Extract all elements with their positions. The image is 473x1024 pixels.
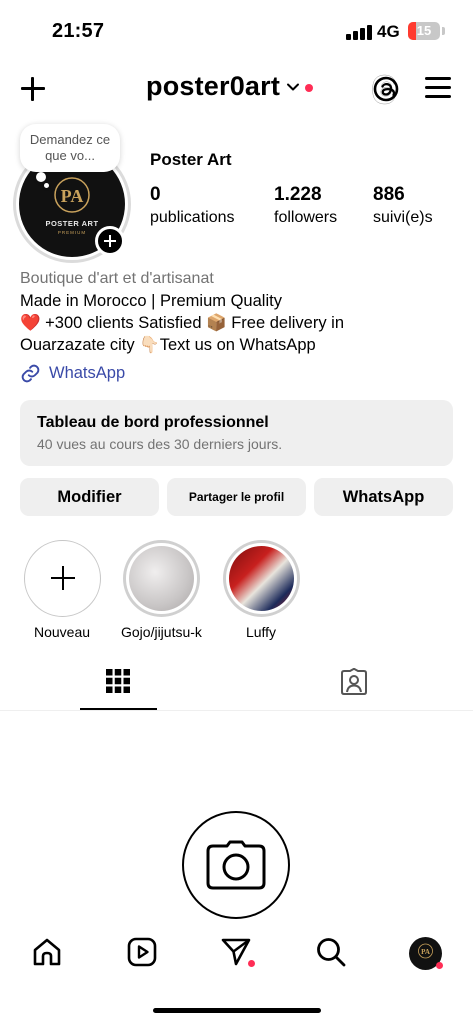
grid-icon <box>106 669 130 693</box>
bio-line: Made in Morocco | Premium Quality <box>20 292 282 310</box>
link-icon <box>21 364 40 383</box>
story-ring <box>122 540 200 617</box>
story-highlight[interactable]: Gojo/jijutsu-k <box>121 540 202 640</box>
hamburger-icon[interactable] <box>425 76 453 100</box>
edit-profile-button[interactable]: Modifier <box>20 478 159 516</box>
story-thumbnail <box>128 546 194 611</box>
reels-icon[interactable] <box>126 936 158 968</box>
story-highlight[interactable]: Luffy <box>221 540 301 640</box>
tab-grid[interactable] <box>80 668 156 708</box>
stat-value: 886 <box>373 184 405 205</box>
tab-tagged[interactable] <box>316 668 392 708</box>
stat-label: suivi(e)s <box>373 209 433 226</box>
threads-icon[interactable] <box>370 73 402 105</box>
display-name: Poster Art <box>150 150 232 169</box>
signal-icon <box>346 24 372 40</box>
home-icon[interactable] <box>31 936 63 968</box>
battery-cap <box>442 27 445 35</box>
svg-text:PA: PA <box>61 186 84 206</box>
home-indicator <box>153 1008 321 1013</box>
chevron-down-icon <box>287 83 300 90</box>
network-type: 4G <box>377 22 400 41</box>
plus-icon[interactable] <box>18 74 48 104</box>
notification-dot <box>436 962 443 969</box>
story-thumbnail <box>228 546 294 611</box>
story-label: Gojo/jijutsu-k <box>121 624 202 640</box>
dashboard-title: Tableau de bord professionnel <box>37 414 269 431</box>
story-ring <box>222 540 300 617</box>
camera-glyph <box>206 840 266 890</box>
stat-following[interactable]: 886 suivi(e)s <box>373 184 433 227</box>
stat-followers[interactable]: 1.228 followers <box>274 184 337 227</box>
brand-logo-icon: PA <box>54 177 90 213</box>
note-tail <box>36 172 46 182</box>
profile-header: poster0art <box>0 60 473 118</box>
profile-category: Boutique d'art et d'artisanat <box>20 270 214 287</box>
search-icon[interactable] <box>315 936 347 968</box>
stat-value: 0 <box>150 184 161 205</box>
story-label: Luffy <box>245 624 277 640</box>
stat-label: followers <box>274 209 338 226</box>
divider <box>0 710 473 711</box>
camera-icon[interactable] <box>182 811 290 919</box>
battery-icon: 15 <box>408 22 440 40</box>
battery-level: 15 <box>416 23 432 38</box>
bio-line: Ouarzazate city 👇🏻Text us on WhatsApp <box>20 336 316 354</box>
add-story-button[interactable] <box>95 226 125 256</box>
link-text: WhatsApp <box>49 364 126 382</box>
whatsapp-button[interactable]: WhatsApp <box>314 478 453 516</box>
profile-link[interactable]: WhatsApp <box>20 363 125 384</box>
note-bubble[interactable]: Demandez ce que vo... <box>20 124 120 172</box>
story-label: Nouveau <box>33 624 91 640</box>
status-bar: 21:57 4G 15 <box>0 0 473 60</box>
stat-label: publications <box>150 209 235 226</box>
plus-icon <box>23 540 101 617</box>
bottom-nav: PA <box>0 922 473 1024</box>
bio-line: ❤️ +300 clients Satisfied 📦 Free deliver… <box>20 314 345 332</box>
note-tail-small <box>44 183 49 188</box>
notification-dot <box>248 960 255 967</box>
stat-publications: 0 publications <box>150 184 235 227</box>
story-new[interactable]: Nouveau <box>22 540 102 640</box>
account-switcher[interactable]: poster0art <box>146 71 314 102</box>
share-profile-button[interactable]: Partager le profil <box>167 478 306 516</box>
svg-text:PA: PA <box>421 948 430 956</box>
professional-dashboard[interactable]: Tableau de bord professionnel 40 vues au… <box>20 400 453 466</box>
tagged-person-icon <box>341 668 367 695</box>
stat-value: 1.228 <box>274 184 322 205</box>
notification-dot <box>305 83 314 92</box>
note-text: Demandez ce que vo... <box>29 132 111 163</box>
username: poster0art <box>146 71 281 101</box>
status-time: 21:57 <box>52 20 105 42</box>
dashboard-subtitle: 40 vues au cours des 30 derniers jours. <box>37 436 283 452</box>
